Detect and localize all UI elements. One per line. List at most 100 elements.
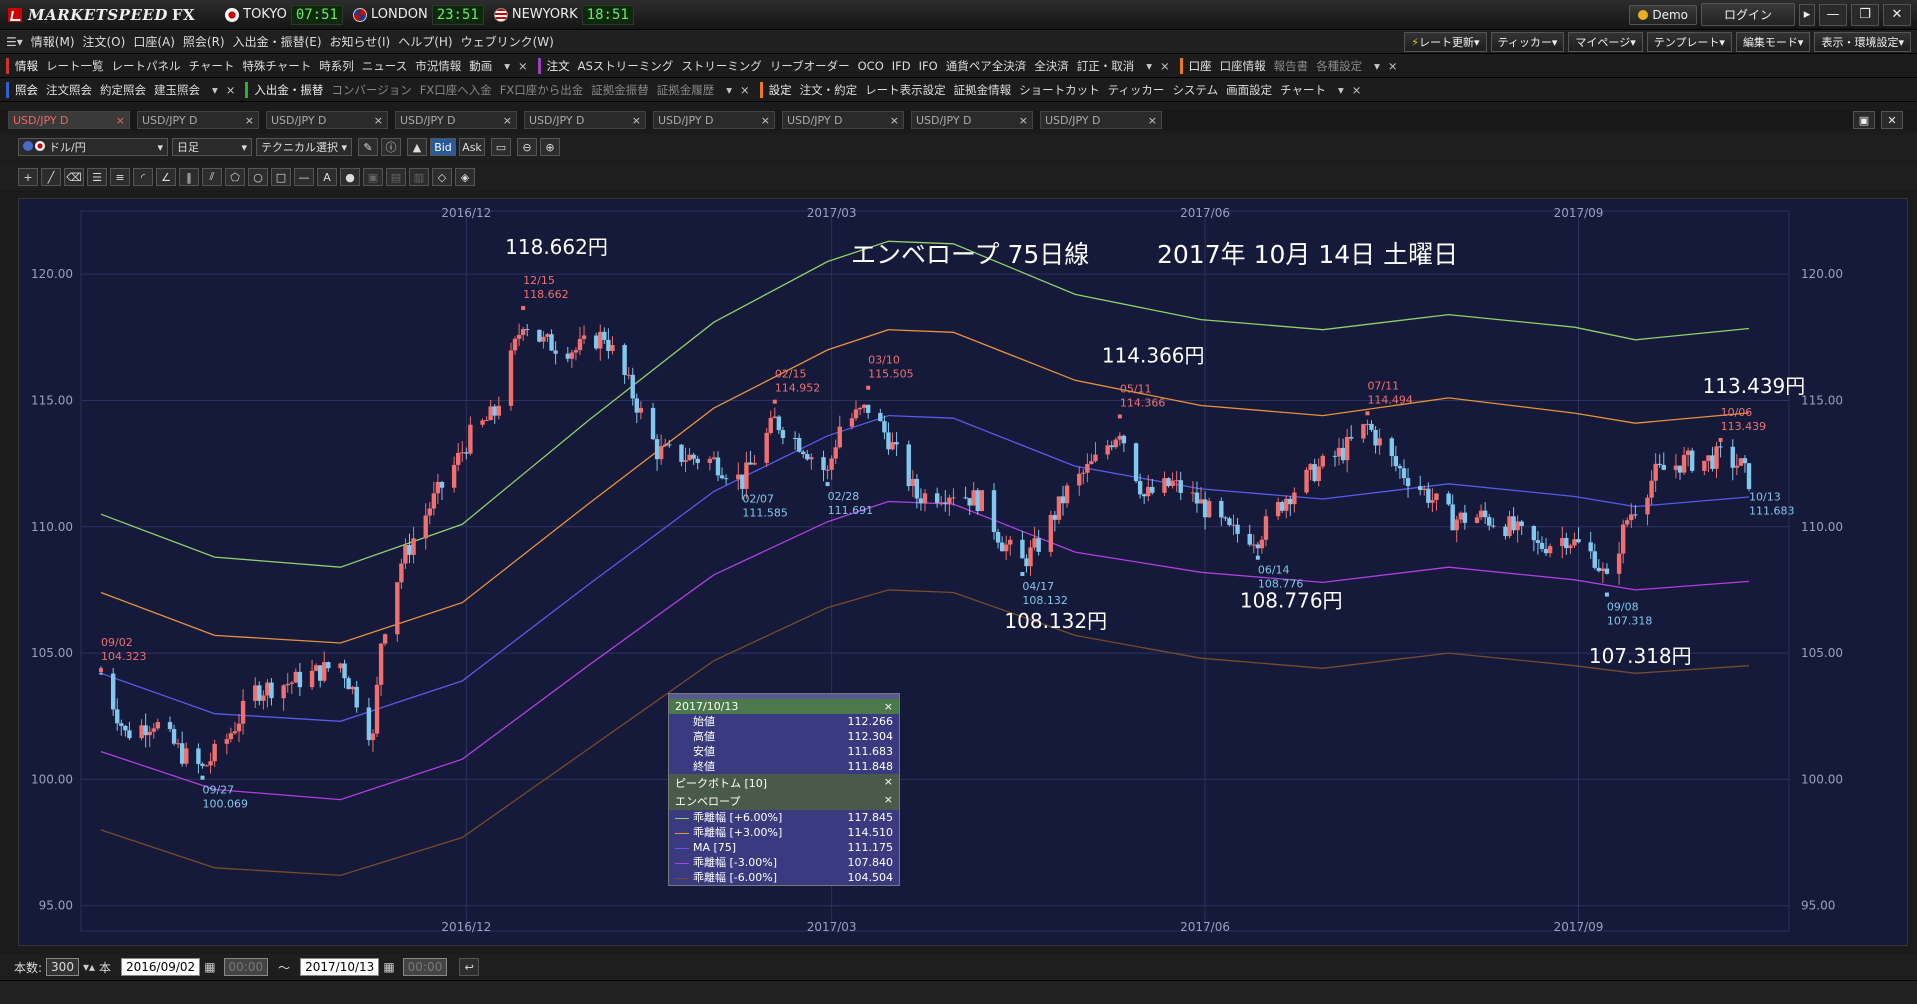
menu-info[interactable]: 情報(M) [31, 33, 75, 50]
menu-transfer[interactable]: 入出金・振替(E) [233, 33, 322, 50]
text-icon[interactable]: A [317, 168, 337, 186]
dropdown-arrow-icon[interactable]: ▾ [504, 59, 510, 73]
dropdown-arrow-icon[interactable]: ▾ [212, 83, 218, 97]
menu-weblink[interactable]: ウェブリンク(W) [461, 33, 554, 50]
fan-icon[interactable]: ◜ [133, 168, 153, 186]
dropdown-arrow-icon[interactable]: ▾ [1146, 59, 1152, 73]
edit-mode-button[interactable]: 編集モード▾ [1735, 31, 1811, 52]
vertical-lines-icon[interactable]: ‖ [179, 168, 199, 186]
chart-tab[interactable]: USD/JPY D × [911, 111, 1033, 129]
chart-tab[interactable]: USD/JPY D × [1040, 111, 1162, 129]
close-icon[interactable]: × [632, 114, 641, 127]
tool-deposit[interactable]: FX口座へ入金 [420, 82, 492, 98]
login-button[interactable]: ログイン [1700, 3, 1795, 26]
close-icon[interactable]: × [884, 793, 893, 809]
close-icon[interactable]: × [374, 114, 383, 127]
to-date-input[interactable]: 2017/10/13 [300, 958, 380, 976]
tool-account-info[interactable]: 口座情報 [1220, 58, 1266, 74]
rectangle-icon[interactable]: □ [271, 168, 291, 186]
tool-pair-settle[interactable]: 通貨ペア全決済 [946, 58, 1027, 74]
tool-oco[interactable]: OCO [858, 59, 884, 73]
tool-ifo[interactable]: IFO [919, 59, 938, 73]
close-icon[interactable]: × [116, 114, 125, 127]
chart-window-icon[interactable]: ▭ [491, 138, 511, 156]
chart-tab[interactable]: USD/JPY D × [653, 111, 775, 129]
menu-help[interactable]: ヘルプ(H) [398, 33, 452, 50]
tool-video[interactable]: 動画 [469, 58, 492, 74]
duplicate-icon[interactable]: ▥ [409, 168, 429, 186]
close-icon[interactable]: × [518, 59, 528, 73]
dropdown-arrow-icon[interactable]: ▾ [1338, 83, 1344, 97]
tool-margin-info[interactable]: 証拠金情報 [954, 82, 1012, 98]
pair-select[interactable]: ドル/円 ▾ [18, 138, 168, 156]
copy-icon[interactable]: ▣ [363, 168, 383, 186]
info-icon[interactable]: ⓘ [381, 138, 401, 156]
tool-rate-display[interactable]: レート表示設定 [865, 82, 946, 98]
close-icon[interactable]: × [740, 83, 750, 97]
tool-conversion[interactable]: コンバージョン [331, 82, 411, 98]
close-icon[interactable]: × [890, 114, 899, 127]
calendar-icon[interactable]: ▦ [383, 960, 394, 974]
tool-position-inquiry[interactable]: 建玉照会 [154, 82, 200, 98]
tool-ifd[interactable]: IFD [892, 59, 911, 73]
tool-execution-inquiry[interactable]: 約定照会 [100, 82, 146, 98]
close-icon[interactable]: × [761, 114, 770, 127]
technical-select[interactable]: テクニカル選択 ▾ [256, 138, 352, 156]
erase-drawing-icon[interactable]: ◇ [432, 168, 452, 186]
close-icon[interactable]: × [884, 775, 893, 791]
mypage-button[interactable]: マイページ▾ [1568, 31, 1643, 52]
menu-news[interactable]: お知らせ(I) [330, 33, 391, 50]
chart-tab[interactable]: USD/JPY D × [8, 111, 130, 129]
tool-settings[interactable]: 各種設定 [1316, 58, 1362, 74]
minimize-icon[interactable]: — [1819, 3, 1847, 26]
hamburger-icon[interactable]: ☰▾ [6, 35, 23, 49]
close-icon[interactable]: × [245, 114, 254, 127]
zoom-in-icon[interactable]: ⊕ [540, 138, 560, 156]
tool-margin-transfer[interactable]: 証拠金振替 [591, 82, 649, 98]
maximize-icon[interactable]: ▣ [1853, 111, 1875, 129]
tool-order-settings[interactable]: 注文・約定 [800, 82, 858, 98]
tool-chart-settings[interactable]: チャート [1280, 82, 1326, 98]
candlestick-chart[interactable]: 95.00 95.00 100.00 100.00 105.00 105.00 110.00… [19, 199, 1907, 945]
tool-modify-cancel[interactable]: 訂正・取消 [1077, 58, 1135, 74]
tool-as-streaming[interactable]: ASストリーミング [578, 58, 674, 74]
chart-area[interactable]: 95.00 95.00 100.00 100.00 105.00 105.00 110.00… [18, 198, 1908, 946]
zoom-out-icon[interactable]: ⊖ [517, 138, 537, 156]
tool-system[interactable]: システム [1172, 82, 1218, 98]
dropdown-arrow-icon[interactable]: ▾ [1374, 59, 1380, 73]
to-time-input[interactable]: 00:00 [402, 958, 448, 976]
bid-toggle[interactable]: Bid [430, 138, 456, 156]
mountain-chart-icon[interactable]: ▲ [407, 138, 427, 156]
menu-inquiry[interactable]: 照会(R) [183, 33, 225, 50]
tool-rate-panel[interactable]: レートパネル [112, 58, 181, 74]
close-icon[interactable]: × [503, 114, 512, 127]
paste-icon[interactable]: ▤ [386, 168, 406, 186]
restore-icon[interactable]: ❐ [1851, 3, 1879, 26]
tool-ticker[interactable]: ティッカー [1108, 82, 1165, 98]
tool-leave-order[interactable]: リーブオーダー [770, 58, 850, 74]
tool-market[interactable]: 市況情報 [415, 58, 461, 74]
eraser-icon[interactable]: ⌫ [64, 168, 84, 186]
close-icon[interactable]: × [1388, 59, 1398, 73]
close-icon[interactable]: ✕ [1883, 3, 1911, 26]
from-time-input[interactable]: 00:00 [223, 958, 269, 976]
tool-shortcut[interactable]: ショートカット [1019, 82, 1100, 98]
fibonacci-icon[interactable]: ≡ [110, 168, 130, 186]
calendar-icon[interactable]: ▦ [204, 960, 215, 974]
chart-tab[interactable]: USD/JPY D × [395, 111, 517, 129]
pentagon-icon[interactable]: ⬠ [225, 168, 245, 186]
angle-icon[interactable]: ∠ [156, 168, 176, 186]
close-icon[interactable]: × [226, 83, 236, 97]
period-select[interactable]: 日足 ▾ [172, 138, 252, 156]
tool-rate-list[interactable]: レート一覧 [46, 58, 104, 74]
horizontal-lines-icon[interactable]: ☰ [87, 168, 107, 186]
close-icon[interactable]: ✕ [1881, 111, 1903, 129]
ask-toggle[interactable]: Ask [459, 138, 485, 156]
chart-tab[interactable]: USD/JPY D × [782, 111, 904, 129]
erase-all-icon[interactable]: ◈ [455, 168, 475, 186]
close-icon[interactable]: × [1148, 114, 1157, 127]
menu-arrow-icon[interactable]: ▸ [1799, 3, 1815, 26]
data-window[interactable]: 2017/10/13 × 始値 112.266 高値 112.304 安値 111.68… [668, 693, 900, 886]
from-date-input[interactable]: 2016/09/02 [121, 958, 201, 976]
tool-chart[interactable]: チャート [189, 58, 235, 74]
